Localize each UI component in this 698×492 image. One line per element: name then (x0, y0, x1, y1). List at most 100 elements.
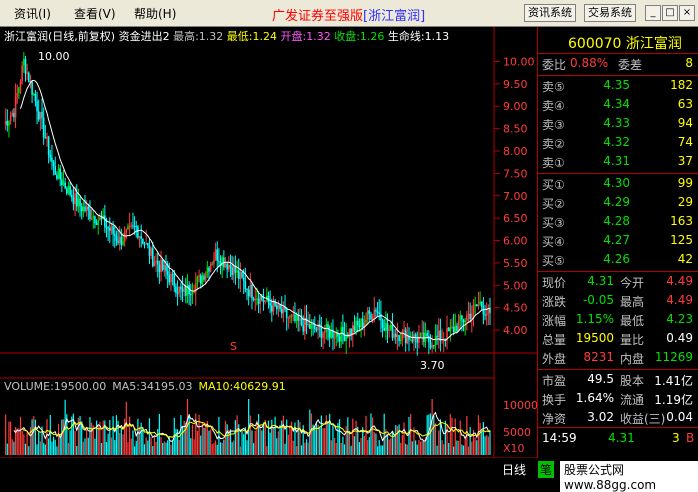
candle-body (51, 157, 53, 162)
volume-bar (43, 443, 45, 455)
sell-level-row[interactable]: 卖② 4.32 74 (540, 134, 697, 153)
sell-level-row[interactable]: 卖① 4.31 37 (540, 153, 697, 172)
candle-body (356, 321, 359, 325)
candle-body (161, 259, 164, 270)
tick-tab[interactable]: 笔 (538, 461, 555, 478)
volume-bar (403, 422, 405, 455)
trade-system-button[interactable]: 交易系统 (584, 4, 636, 22)
volume-bar (76, 445, 78, 455)
price-tick-label: 8.50 (503, 123, 528, 136)
close-icon[interactable]: × (679, 5, 695, 21)
candle-body (275, 305, 278, 310)
candle-body (335, 332, 338, 338)
candle-body (57, 168, 60, 179)
quote-stat-row: 现价 4.31 今开 4.49 (542, 274, 693, 290)
candle-body (128, 225, 131, 227)
signal-s-marker: S (230, 340, 237, 353)
candle-body (67, 186, 70, 194)
volume-bar (327, 421, 329, 455)
candle-body (464, 320, 467, 323)
buy-level-row[interactable]: 买⑤ 4.26 42 (540, 251, 697, 270)
volume-bar (259, 425, 261, 455)
volume-bar (49, 414, 51, 455)
buy-level-row[interactable]: 买① 4.30 99 (540, 175, 697, 194)
volume-bar (129, 416, 131, 455)
candle-body (305, 317, 308, 326)
candle-body (241, 271, 243, 278)
candle-body (31, 81, 33, 95)
volume-bar (431, 399, 433, 455)
weibi-row: 委比 0.88% 委差 8 (542, 56, 693, 72)
candle-body (61, 179, 63, 186)
candle-body (289, 315, 291, 318)
volume-bar (170, 444, 172, 455)
kline-chart[interactable]: 10.00 9.50 9.00 8.50 8.00 7.50 7.00 6.50 6.00 5.5… (0, 27, 537, 480)
maximize-icon[interactable]: □ (662, 5, 678, 21)
candle-body (350, 328, 352, 335)
menu-info[interactable]: 资讯(I) (14, 5, 51, 22)
candle-body (231, 267, 233, 276)
volume-bar (112, 416, 114, 455)
price-tick-label: 6.00 (503, 235, 528, 248)
quote-stat-row: 总量 19500 量比 0.49 (542, 331, 693, 347)
candle-body (156, 260, 159, 265)
candle-body (406, 335, 409, 344)
candle-body (18, 87, 20, 93)
candle-body (80, 206, 83, 212)
volume-bar (352, 418, 354, 455)
candle-body (381, 319, 384, 328)
volume-bar (62, 419, 65, 455)
candle-body (137, 226, 139, 238)
candle-body (249, 284, 252, 297)
sell-level-row[interactable]: 卖⑤ 4.35 182 (540, 77, 697, 96)
volume-bar (26, 432, 28, 455)
volume-bar (102, 420, 104, 455)
sell-level-row[interactable]: 卖③ 4.33 94 (540, 115, 697, 134)
fundamental-row: 净资 3.02 收益(三) 0.04 (542, 410, 693, 426)
volume-bar (105, 442, 108, 455)
volume-bar (233, 440, 235, 455)
candle-body (351, 325, 354, 335)
candle-body (178, 286, 181, 293)
candle-body (361, 318, 364, 328)
buy-level-row[interactable]: 买③ 4.28 163 (540, 213, 697, 232)
candle-body (39, 111, 42, 120)
candle-body (244, 280, 247, 289)
volume-bar (243, 434, 245, 455)
minimize-icon[interactable]: _ (645, 5, 661, 21)
volume-bar (444, 420, 446, 455)
period-tab[interactable]: 日线 (502, 461, 526, 478)
volume-bar (94, 438, 96, 455)
candle-body (431, 345, 433, 348)
candle-body (62, 182, 65, 186)
candle-body (79, 198, 81, 207)
buy-level-row[interactable]: 买④ 4.27 125 (540, 232, 697, 251)
candle-body (150, 248, 152, 256)
candle-body (376, 311, 379, 313)
sell-level-row[interactable]: 卖④ 4.34 63 (540, 96, 697, 115)
menu-help[interactable]: 帮助(H) (134, 5, 176, 22)
buy-level-row[interactable]: 买② 4.29 29 (540, 194, 697, 213)
menu-view[interactable]: 查看(V) (74, 5, 116, 22)
info-system-button[interactable]: 资讯系统 (524, 4, 576, 22)
candle-body (294, 314, 296, 322)
volume-bar (163, 441, 165, 455)
candle-body (365, 319, 367, 323)
candle-body (13, 112, 15, 118)
volume-bar (21, 430, 23, 455)
volume-bar (398, 424, 400, 455)
volume-bar (459, 420, 461, 455)
candle-body (199, 275, 202, 284)
volume-bar (157, 429, 159, 455)
candle-body (155, 260, 157, 263)
volume-bar (338, 419, 341, 455)
tick-row: 14:59 4.31 3 B (542, 431, 695, 445)
volume-bar (71, 416, 73, 455)
volume-bar (451, 417, 453, 455)
volume-bar (446, 424, 448, 455)
volume-bar (196, 430, 199, 455)
volume-bar (127, 442, 129, 455)
candle-body (239, 271, 242, 279)
volume-bar (345, 426, 347, 455)
candle-body (461, 315, 463, 320)
